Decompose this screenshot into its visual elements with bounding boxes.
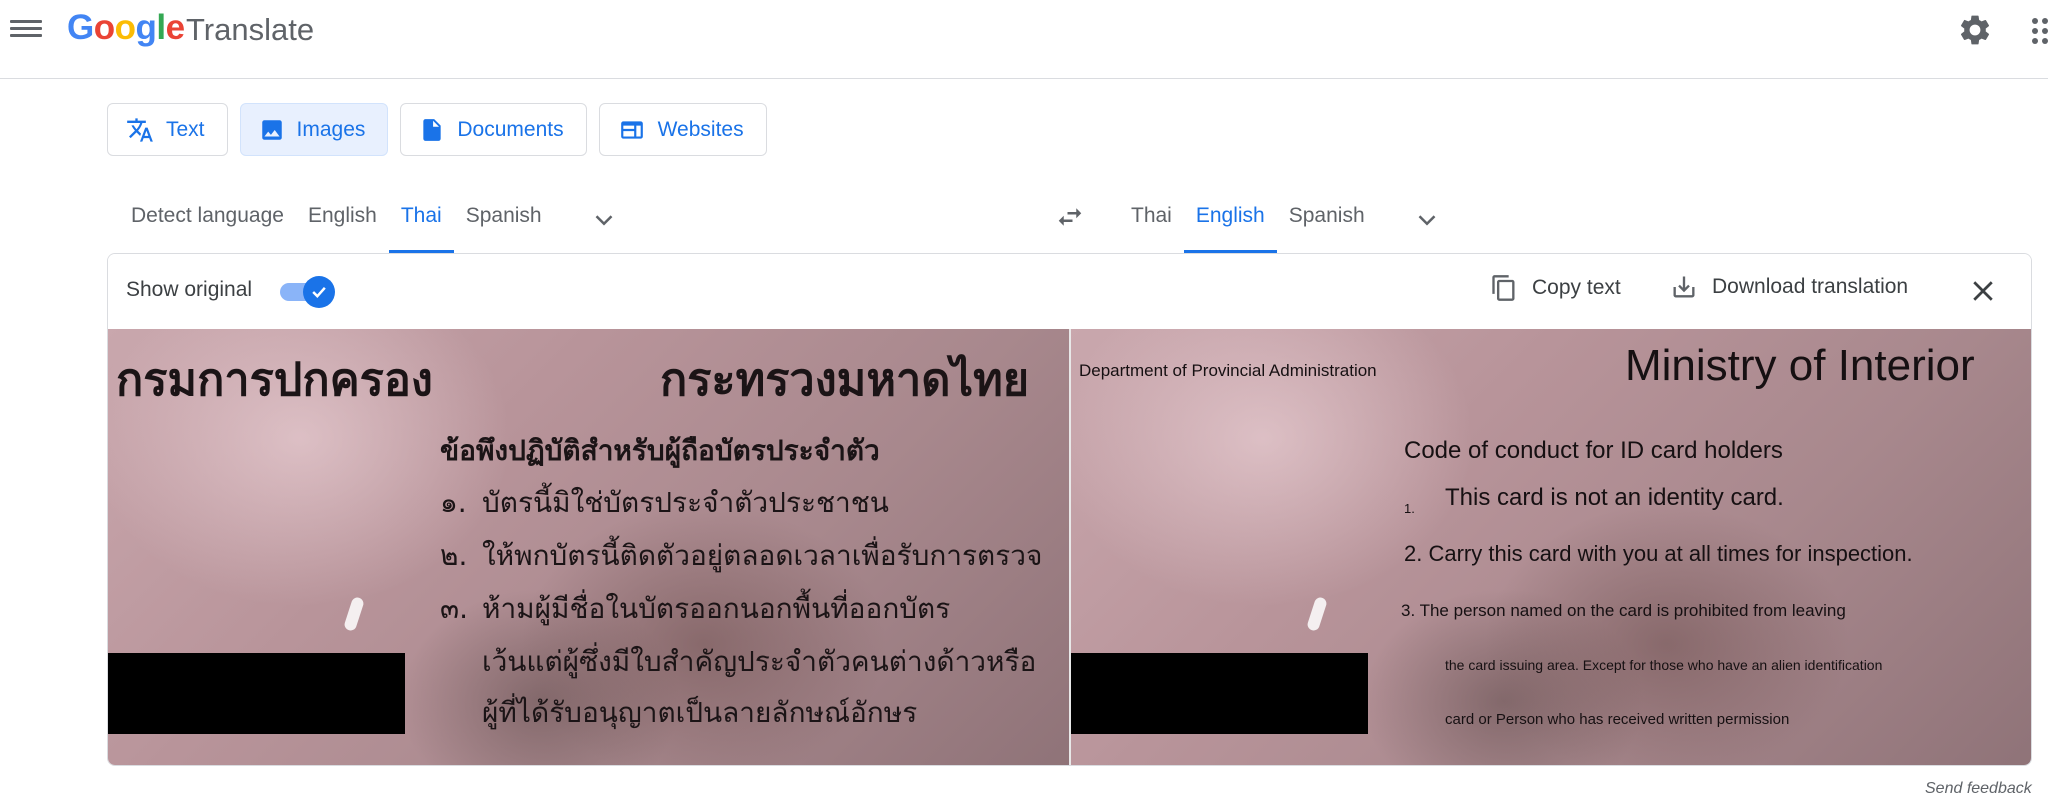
panel-toolbar: Show original Copy text Download transla…: [108, 254, 2031, 329]
mode-tabs: Text Images Documents Websites: [107, 103, 779, 156]
show-original-toggle[interactable]: [280, 276, 336, 308]
translated-image: Department of Provincial Administration …: [1071, 329, 2031, 765]
check-icon: [312, 286, 326, 298]
original-item3-number: ๓.: [440, 592, 469, 625]
google-logo[interactable]: Google: [67, 8, 185, 48]
redaction-box: [1071, 653, 1368, 734]
source-lang-english[interactable]: English: [296, 186, 389, 254]
translated-item3-continued: card or Person who has received written …: [1445, 711, 1790, 728]
original-item3: ห้ามผู้มีชื่อในบัตรออกนอกพื้นที่ออกบัตร: [482, 592, 951, 625]
original-image: กรมการปกครอง กระทรวงมหาดไทย ข้อพึงปฏิบัต…: [108, 329, 1069, 765]
target-language-bar: Thai English Spanish: [1119, 186, 1442, 254]
download-icon: [1673, 276, 1695, 298]
original-item3-continued: ผู้ที่ได้รับอนุญาตเป็นลายลักษณ์อักษร: [482, 696, 918, 729]
target-lang-english[interactable]: English: [1183, 186, 1277, 254]
original-dept-text: กรมการปกครอง: [116, 353, 433, 406]
hamburger-menu-icon[interactable]: [10, 16, 42, 44]
apps-grid-icon[interactable]: [2030, 16, 2048, 46]
chevron-down-icon[interactable]: [589, 205, 619, 235]
photo-glare: [1306, 595, 1328, 633]
show-original-label: Show original: [126, 278, 253, 301]
send-feedback-link[interactable]: Send feedback: [1925, 780, 2032, 798]
copy-icon: [1492, 275, 1515, 301]
documents-mode-button[interactable]: Documents: [400, 103, 587, 156]
websites-mode-button[interactable]: Websites: [598, 103, 767, 156]
document-icon: [423, 118, 442, 141]
original-heading: ข้อพึงปฏิบัติสำหรับผู้ถือบัตรประจำตัว: [440, 434, 880, 467]
top-app-bar: Google Translate: [0, 0, 2048, 79]
download-translation-button[interactable]: Download translation: [1670, 273, 1908, 301]
close-icon[interactable]: [1968, 276, 1998, 306]
original-item1-number: ๑.: [440, 486, 467, 519]
original-item2-number: ๒.: [440, 539, 468, 572]
source-language-bar: Detect language English Thai Spanish: [119, 186, 619, 254]
translated-item1: This card is not an identity card.: [1445, 484, 1784, 511]
translated-item2: 2. Carry this card with you at all times…: [1404, 541, 1913, 566]
translated-ministry-text: Ministry of Interior: [1625, 341, 1975, 390]
translated-item1-number: 1.: [1404, 501, 1415, 516]
original-ministry-text: กระทรวงมหาดไทย: [660, 353, 1030, 406]
photo-glare: [343, 595, 365, 633]
image-icon: [261, 119, 282, 140]
source-lang-thai[interactable]: Thai: [388, 186, 454, 254]
text-mode-button[interactable]: Text: [107, 103, 228, 156]
target-lang-thai[interactable]: Thai: [1119, 186, 1184, 254]
product-name: Translate: [186, 12, 315, 47]
translated-dept-text: Department of Provincial Administration: [1079, 361, 1377, 380]
images-mode-button[interactable]: Images: [239, 103, 389, 156]
target-lang-spanish[interactable]: Spanish: [1277, 186, 1377, 254]
original-item2: ให้พกบัตรนี้ติดตัวอยู่ตลอดเวลาเพื่อรับกา…: [482, 539, 1043, 572]
image-translation-panel: Show original Copy text Download transla…: [107, 253, 2032, 766]
translated-heading: Code of conduct for ID card holders: [1404, 437, 1783, 464]
redaction-box: [108, 653, 405, 734]
original-item1: บัตรนี้มิใช่บัตรประจำตัวประชาชน: [482, 486, 889, 519]
copy-text-button[interactable]: Copy text: [1490, 273, 1621, 303]
swap-languages-icon[interactable]: [1053, 202, 1087, 232]
translate-icon: [127, 117, 153, 142]
translated-item3-continued: the card issuing area. Except for those …: [1445, 657, 1883, 673]
source-lang-detect[interactable]: Detect language: [119, 186, 296, 254]
website-icon: [620, 120, 643, 139]
chevron-down-icon[interactable]: [1412, 205, 1442, 235]
original-item3-continued: เว้นแต่ผู้ซึ่งมีใบสำคัญประจำตัวคนต่างด้า…: [482, 645, 1037, 678]
translated-item3: 3. The person named on the card is prohi…: [1401, 601, 1846, 620]
gear-icon[interactable]: [1957, 12, 1993, 48]
source-lang-spanish[interactable]: Spanish: [454, 186, 554, 254]
